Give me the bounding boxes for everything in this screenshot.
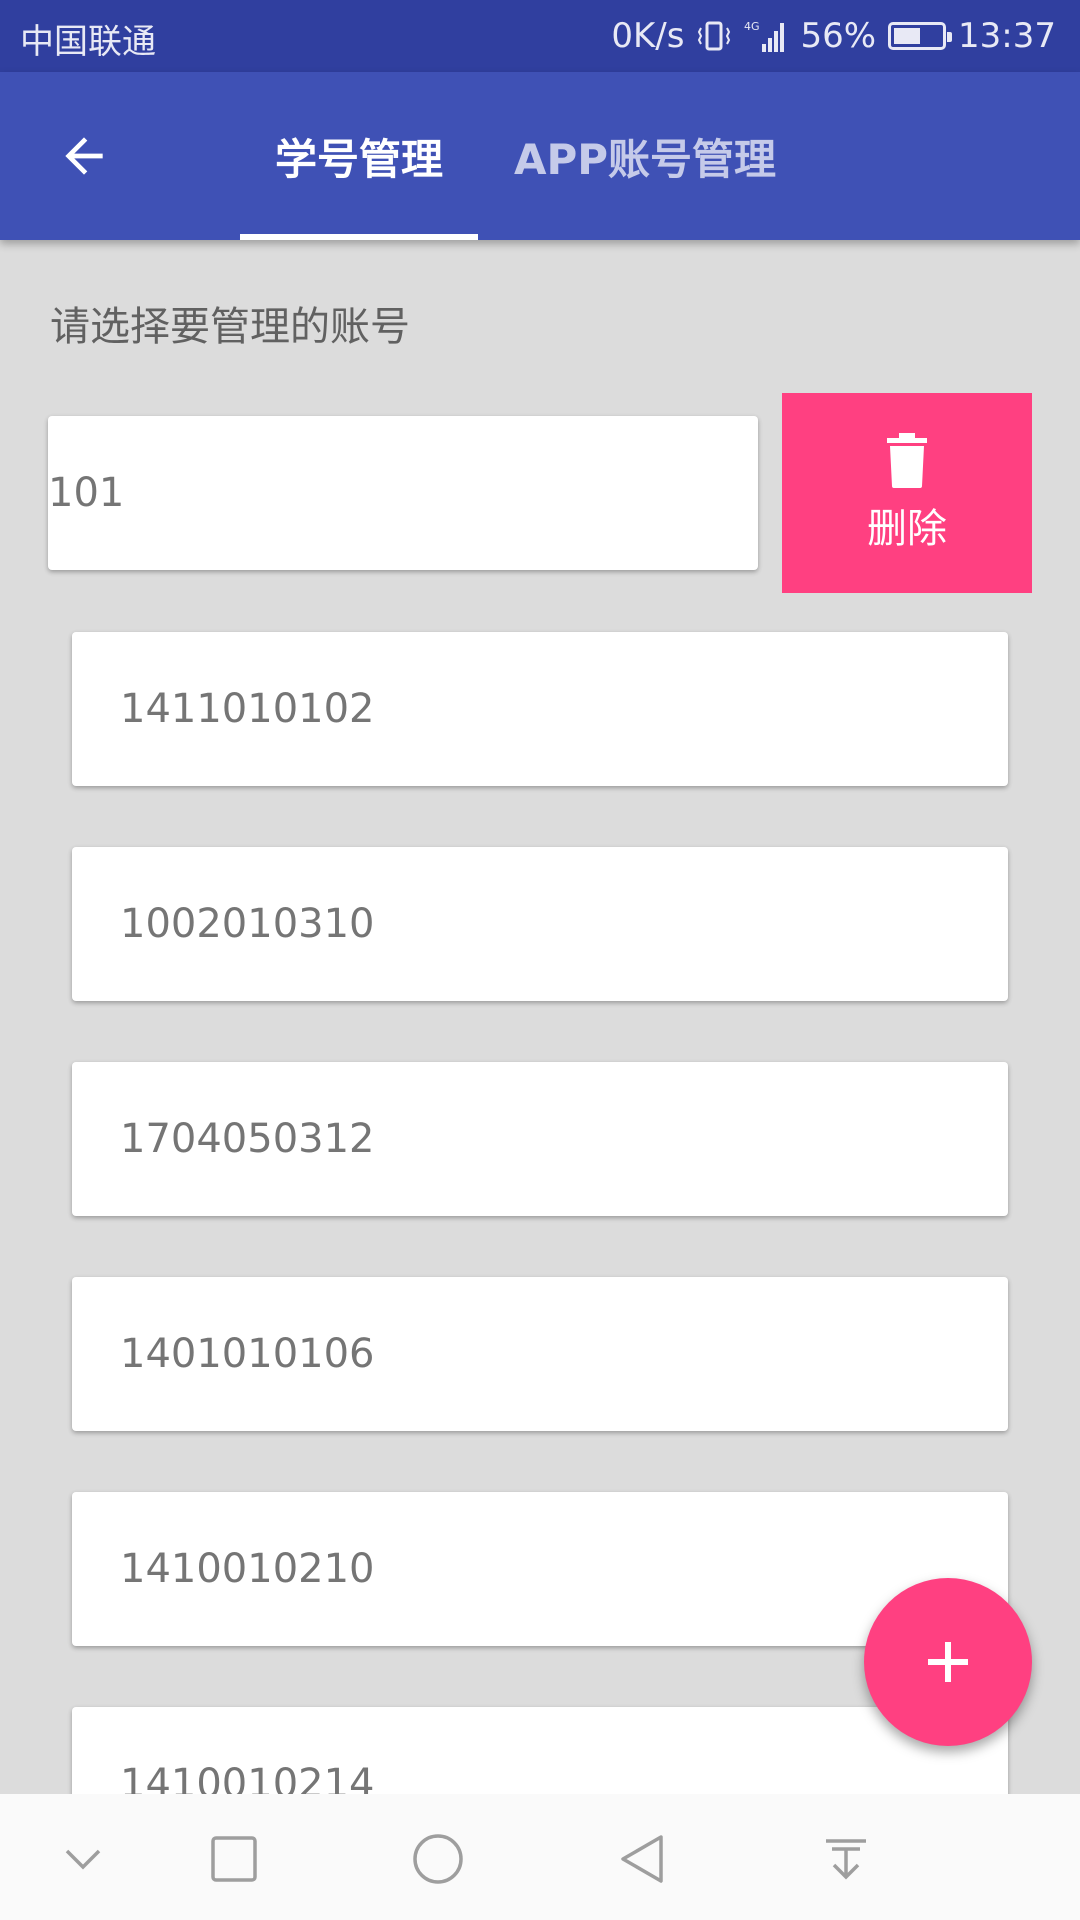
account-card[interactable]: 1411010102 [72,632,1008,786]
section-prompt: 请选择要管理的账号 [50,304,410,350]
chevron-down-icon [65,1849,101,1870]
network-type: 4G [744,20,760,33]
vibrate-icon [696,18,732,54]
carrier-name: 中国联通 [20,22,156,62]
delete-label: 删除 [867,506,947,552]
nav-recents-button[interactable] [199,1824,269,1894]
account-card[interactable]: 1410010210 [72,1492,1008,1646]
nav-notifications-button[interactable] [811,1824,881,1894]
system-nav-bar [0,1794,1080,1920]
tab-app-account[interactable]: APP账号管理 [500,72,790,240]
status-icons: 0K/s 4G 56% 13:37 [611,12,1056,60]
battery-level [894,28,921,44]
delete-button[interactable]: 删除 [782,393,1032,593]
account-card[interactable]: 101 [48,416,758,570]
battery-icon [888,22,953,50]
add-account-button[interactable] [864,1578,1032,1746]
account-id: 1401010106 [120,1331,375,1377]
notifications-pull-icon [826,1839,866,1880]
account-id: 101 [48,470,125,516]
home-icon [413,1834,463,1884]
account-id: 1410010210 [120,1546,375,1592]
account-card[interactable]: 1002010310 [72,847,1008,1001]
account-id: 1002010310 [120,901,375,947]
app-bar: 学号管理 APP账号管理 [0,72,1080,240]
account-card[interactable]: 1401010106 [72,1277,1008,1431]
nav-back-button[interactable] [607,1824,677,1894]
net-speed: 0K/s [611,16,685,56]
clock: 13:37 [958,16,1056,56]
arrow-back-icon [65,137,103,175]
account-card[interactable]: 1704050312 [72,1062,1008,1216]
plus-icon [928,1642,968,1682]
account-id: 1411010102 [120,686,375,732]
back-button[interactable] [44,116,124,196]
back-icon [621,1835,663,1883]
status-bar: 中国联通 0K/s 4G 56% 13:37 [0,0,1080,72]
signal-icon: 4G [744,18,788,54]
tab-student-id[interactable]: 学号管理 [240,72,478,240]
tab-indicator [240,234,478,240]
trash-icon [887,433,927,488]
battery-percent: 56% [800,16,877,56]
account-id: 1704050312 [120,1116,375,1162]
nav-home-button[interactable] [403,1824,473,1894]
recent-apps-icon [211,1836,257,1882]
nav-hide-button[interactable] [48,1824,118,1894]
